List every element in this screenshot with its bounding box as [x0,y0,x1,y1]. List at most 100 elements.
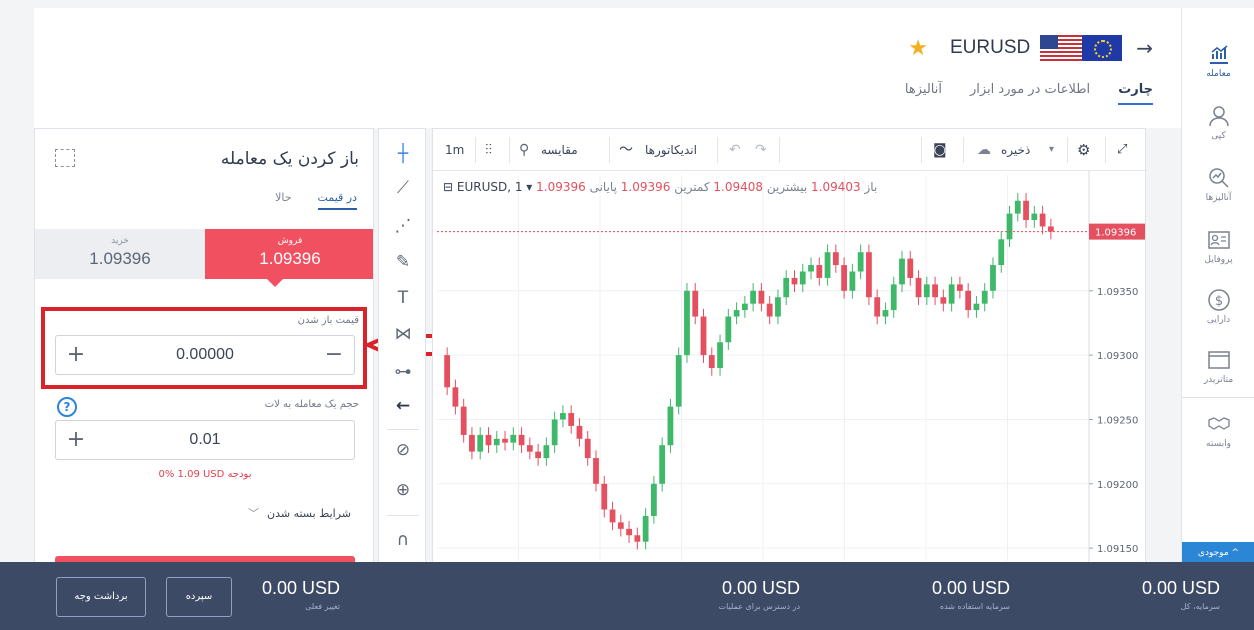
svg-text:$: $ [1214,294,1222,309]
increase-lot-button[interactable]: + [66,428,86,452]
candle-body [1047,226,1054,232]
stat-current-change: 0.00 USD تغییر فعلی [230,578,340,611]
candle-type-icon[interactable]: ⫶⫶ [485,141,492,161]
eu-flag-icon [1082,35,1123,61]
candlestick-chart[interactable]: 1.09350 1.09300 1.09250 1.09200 1.09150 1.093… [433,171,1147,565]
candle-body [692,290,699,317]
deposit-button[interactable]: سپرده [166,577,232,617]
candle-body [667,406,674,446]
tab-instrument-info[interactable]: اطلاعات در مورد ابزار [970,82,1090,105]
expand-icon[interactable] [55,149,75,167]
candle-body [990,265,996,291]
candle-body [1023,200,1029,221]
help-icon[interactable]: ? [57,397,77,417]
price-tick-label: 1.09350 [1097,287,1138,298]
candle-body [981,290,988,304]
toolbar-divider [921,137,922,163]
pattern-icon[interactable]: ⋈ [389,321,417,347]
indicators-button[interactable]: اندیکاتورها [645,141,697,161]
stat-label: سرمایه، کل [1180,602,1220,611]
zoom-in-icon[interactable]: ⊕ [389,477,417,503]
balance-toggle[interactable]: موجودی ^ [1182,542,1254,564]
price-tick-label: 1.09250 [1097,415,1138,426]
candle-body [775,297,781,317]
sell-button[interactable]: فروش 1.09396 [205,229,373,287]
candle-body [956,284,963,291]
stat-label: در دسترس برای عملیات [718,602,800,611]
sidebar-item-copy[interactable]: کپی [1182,104,1254,160]
fib-tool-icon[interactable]: ⋰ [389,213,417,239]
candle-body [733,310,740,317]
candle-body [560,413,566,420]
toolbar-divider [475,137,476,163]
toolbar-divider [609,137,610,163]
buy-button[interactable]: خرید 1.09396 [35,229,205,279]
candle-body [700,316,707,356]
save-button[interactable]: ذخیره [1001,141,1030,161]
current-price-label: 1.09396 [1095,228,1136,239]
close-conditions-toggle[interactable]: ﹀ شرایط بسته شدن [248,505,351,521]
ruler-icon[interactable]: ⊘ [389,437,417,463]
legend-part: 1.09396 [617,180,670,194]
legend-part: 1.09408 [710,180,763,194]
candle-body [857,252,864,272]
toolbar-divider [779,137,780,163]
candle-body [998,239,1005,266]
tab-chart[interactable]: چارت [1118,82,1153,105]
camera-icon[interactable]: ◙ [933,141,947,161]
sidebar-label: پروفایل [1204,255,1233,265]
arrow-left-icon[interactable]: ← [389,393,417,419]
legend-part: بیشترین [763,180,807,195]
arrow-right-icon[interactable]: → [1136,36,1153,60]
tab-analysis[interactable]: آنالیزها [905,82,942,105]
instrument-tabs: چارت اطلاعات در مورد ابزار آنالیزها [905,82,1153,105]
fullscreen-icon[interactable]: ⤢ [1117,141,1127,161]
sidebar-item-trade[interactable]: معامله [1182,42,1254,98]
candle-body [584,438,591,459]
candle-body [717,342,723,368]
price-tick-label: 1.09200 [1097,480,1138,491]
toolbar-divider [717,137,718,163]
chevron-down-icon: ﹀ [248,507,259,520]
crosshair-icon[interactable]: ┼ [389,141,417,167]
tab-at-price[interactable]: در قیمت [317,191,357,210]
candle-body [659,445,666,484]
withdraw-button[interactable]: برداشت وجه [56,577,146,617]
sidebar-item-metatrader[interactable]: متاتریدر [1182,348,1254,404]
redo-icon[interactable]: ↷ [755,141,767,161]
lot-size-input[interactable]: 0.01 [96,431,314,449]
sidebar-item-assets[interactable]: $ دارایی [1182,288,1254,344]
sidebar-item-profile[interactable]: پروفایل [1182,228,1254,284]
analysis-icon [1208,168,1229,188]
candle-body [965,290,972,311]
chevron-down-icon[interactable]: ▾ [1049,141,1054,161]
text-tool-icon[interactable]: T [389,285,417,311]
undo-icon[interactable]: ↶ [729,141,741,161]
brush-icon[interactable]: ✎ [389,249,417,275]
sidebar-item-analysis[interactable]: آنالیزها [1182,166,1254,222]
legend-part: 1.09403 [807,180,860,194]
trading-page: → EURUSD ★ چارت اطلاعات در مورد ابزار آن… [0,0,1254,630]
settings-gear-icon[interactable]: ⚙ [1077,141,1090,161]
sidebar-item-affiliate[interactable]: وابسته [1182,412,1254,468]
candle-body [741,303,748,311]
candle-body [493,438,500,446]
toolbar-divider [387,429,419,430]
trendline-icon[interactable]: ⟋ [389,175,417,201]
candle-body [485,434,492,446]
candle-body [535,451,542,459]
currency-flags-icon [1040,35,1123,61]
candle-body [576,425,583,439]
candle-body [601,483,608,510]
price-tick-label: 1.09150 [1097,544,1138,555]
tab-now[interactable]: حالا [275,191,291,210]
magnet-icon[interactable]: ∩ [389,527,417,553]
compare-button[interactable]: مقایسه [541,141,578,161]
symbol-row: → EURUSD ★ [908,34,1153,62]
favorite-star-icon[interactable]: ★ [908,36,928,61]
drawing-toolbar: ┼ ⟋ ⋰ ✎ T ⋈ ⊶ ← ⊘ ⊕ ∩ [378,128,426,564]
timeframe-button[interactable]: 1m [445,141,464,161]
instrument-header: → EURUSD ★ چارت اطلاعات در مورد ابزار آن… [34,8,1181,128]
measure-icon[interactable]: ⊶ [389,359,417,385]
buy-label: خرید [111,236,129,246]
